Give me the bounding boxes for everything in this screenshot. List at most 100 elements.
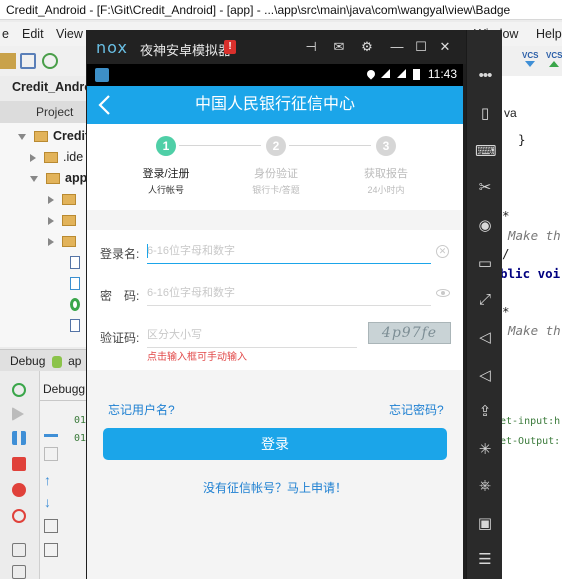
- nox-title: 夜神安卓模拟器: [140, 43, 232, 58]
- debugger-tab[interactable]: Debugg: [40, 377, 90, 401]
- print-icon[interactable]: [44, 543, 58, 557]
- register-link[interactable]: 没有征信帐号？马上申请！: [87, 479, 463, 496]
- step-subtitle: 银行卡/答题: [252, 185, 300, 195]
- toolbox-icon[interactable]: ☰: [475, 550, 495, 570]
- screen-icon[interactable]: ▭: [475, 254, 495, 274]
- maximize-icon[interactable]: ☐: [412, 38, 430, 56]
- password-input[interactable]: [147, 282, 431, 304]
- tree-item-root[interactable]: Credit: [18, 127, 89, 145]
- pause-icon[interactable]: [12, 431, 26, 445]
- tree-item-file[interactable]: [70, 316, 80, 334]
- stop-icon[interactable]: [12, 457, 26, 471]
- frames-icon[interactable]: [44, 447, 58, 461]
- username-label: 登录名:: [100, 247, 140, 261]
- fullscreen-icon[interactable]: ⤢: [475, 290, 495, 310]
- resume-icon[interactable]: [12, 407, 24, 421]
- nox-logo: nox: [96, 38, 128, 57]
- pin-icon[interactable]: ⊣: [302, 38, 320, 56]
- project-tab[interactable]: Project: [0, 101, 90, 123]
- code-editor[interactable]: va } * Make th / blic voi * Make th et-i…: [500, 76, 562, 579]
- code-tab-fragment[interactable]: va: [504, 106, 517, 120]
- tree-item[interactable]: [48, 190, 81, 208]
- arrow-down-icon[interactable]: ↓: [44, 495, 58, 509]
- alert-icon[interactable]: !: [224, 40, 236, 54]
- camera-icon[interactable]: [12, 543, 26, 557]
- code-line: Make th: [508, 228, 561, 243]
- android-status-bar: 11:43: [87, 64, 463, 86]
- debug-tab[interactable]: Debug: [10, 354, 45, 368]
- login-button[interactable]: 登录: [103, 428, 447, 460]
- video-record-icon[interactable]: ▣: [475, 514, 495, 534]
- toolbar-sync-icon[interactable]: [42, 53, 58, 69]
- rotate-phone-icon[interactable]: ▯: [475, 104, 495, 124]
- vcs-commit-button[interactable]: VCS: [546, 51, 562, 67]
- nox-titlebar[interactable]: nox 夜神安卓模拟器 ! ⊣ ✉ ⚙ — ☐ ✕: [86, 30, 466, 64]
- close-icon[interactable]: ✕: [436, 38, 454, 56]
- username-input[interactable]: [147, 240, 431, 262]
- tree-item-file[interactable]: [70, 253, 80, 271]
- signal-icon: [397, 69, 406, 78]
- log-line: 01: [74, 433, 87, 444]
- code-line: }: [518, 132, 526, 147]
- menu-help[interactable]: Help: [536, 22, 562, 46]
- breakpoints-icon[interactable]: [12, 483, 26, 497]
- page-title: 中国人民银行征信中心: [194, 96, 355, 113]
- forgot-username-link[interactable]: 忘记用户名?: [108, 401, 175, 418]
- settings-icon[interactable]: [12, 565, 26, 579]
- shake-icon[interactable]: ⎈: [475, 476, 495, 496]
- folder-icon: [62, 215, 76, 227]
- step-subtitle: 24小时内: [367, 185, 405, 195]
- menu-file[interactable]: e: [2, 22, 9, 46]
- chevron-left-icon: [98, 95, 110, 115]
- minimize-icon[interactable]: —: [388, 38, 406, 56]
- folder-icon: [34, 131, 48, 143]
- loading-icon[interactable]: ✳: [475, 440, 495, 460]
- menu-edit[interactable]: Edit: [22, 22, 44, 46]
- android-icon: [51, 355, 62, 368]
- vcs-update-button[interactable]: VCS: [522, 51, 538, 67]
- apk-install-icon[interactable]: ⇪: [475, 402, 495, 422]
- captcha-input[interactable]: [147, 324, 357, 346]
- code-line: *: [502, 304, 510, 319]
- tree-item-idea[interactable]: .ide: [30, 148, 83, 166]
- tree-item-file[interactable]: [70, 274, 80, 292]
- mail-icon[interactable]: ✉: [330, 38, 348, 56]
- arrow-up-icon[interactable]: ↑: [44, 473, 58, 487]
- step-number: 3: [376, 136, 396, 156]
- tree-item-app[interactable]: app: [30, 169, 87, 187]
- gear-icon[interactable]: ⚙: [358, 38, 376, 56]
- back-button[interactable]: [97, 90, 123, 120]
- eye-icon[interactable]: [436, 289, 450, 297]
- code-line: *: [502, 208, 510, 223]
- toolbar-save-icon[interactable]: [20, 53, 36, 69]
- keyboard-icon[interactable]: ⌨: [475, 142, 497, 162]
- wrap-icon[interactable]: [44, 519, 58, 533]
- tree-item-file[interactable]: [70, 295, 80, 313]
- captcha-label: 验证码:: [100, 331, 140, 345]
- step-title: 身份验证: [254, 168, 298, 180]
- scissors-icon[interactable]: ✂: [475, 178, 495, 198]
- vcs-toolbar: VCS VCS: [498, 46, 562, 76]
- toolbar-icon[interactable]: [0, 53, 16, 69]
- trash-icon[interactable]: [44, 423, 58, 437]
- progress-steps: 1 登录/注册 人行帐号 2 身份验证 银行卡/答题 3 获取报告 24小时内: [87, 124, 463, 210]
- mute-breakpoints-icon[interactable]: [12, 509, 26, 523]
- breadcrumb[interactable]: Credit_Andro: [0, 76, 90, 98]
- menu-view[interactable]: View: [56, 22, 83, 46]
- forgot-password-link[interactable]: 忘记密码?: [389, 401, 444, 418]
- more-icon[interactable]: •••: [475, 66, 495, 86]
- captcha-image[interactable]: 4p97fe: [368, 322, 451, 344]
- location-icon[interactable]: ◉: [475, 216, 495, 236]
- tree-item[interactable]: [48, 232, 81, 250]
- rerun-icon[interactable]: [12, 383, 26, 397]
- volume-down-icon[interactable]: ◁: [475, 366, 495, 386]
- volume-up-icon[interactable]: ◁: [475, 328, 495, 348]
- clear-icon[interactable]: ✕: [436, 245, 449, 258]
- step-number: 1: [156, 136, 176, 156]
- log-line: 01: [74, 415, 87, 426]
- step-subtitle: 人行帐号: [147, 185, 184, 195]
- username-underline: [147, 263, 431, 264]
- tree-item[interactable]: [48, 211, 81, 229]
- file-icon: [70, 319, 80, 333]
- step-title: 登录/注册: [142, 168, 190, 180]
